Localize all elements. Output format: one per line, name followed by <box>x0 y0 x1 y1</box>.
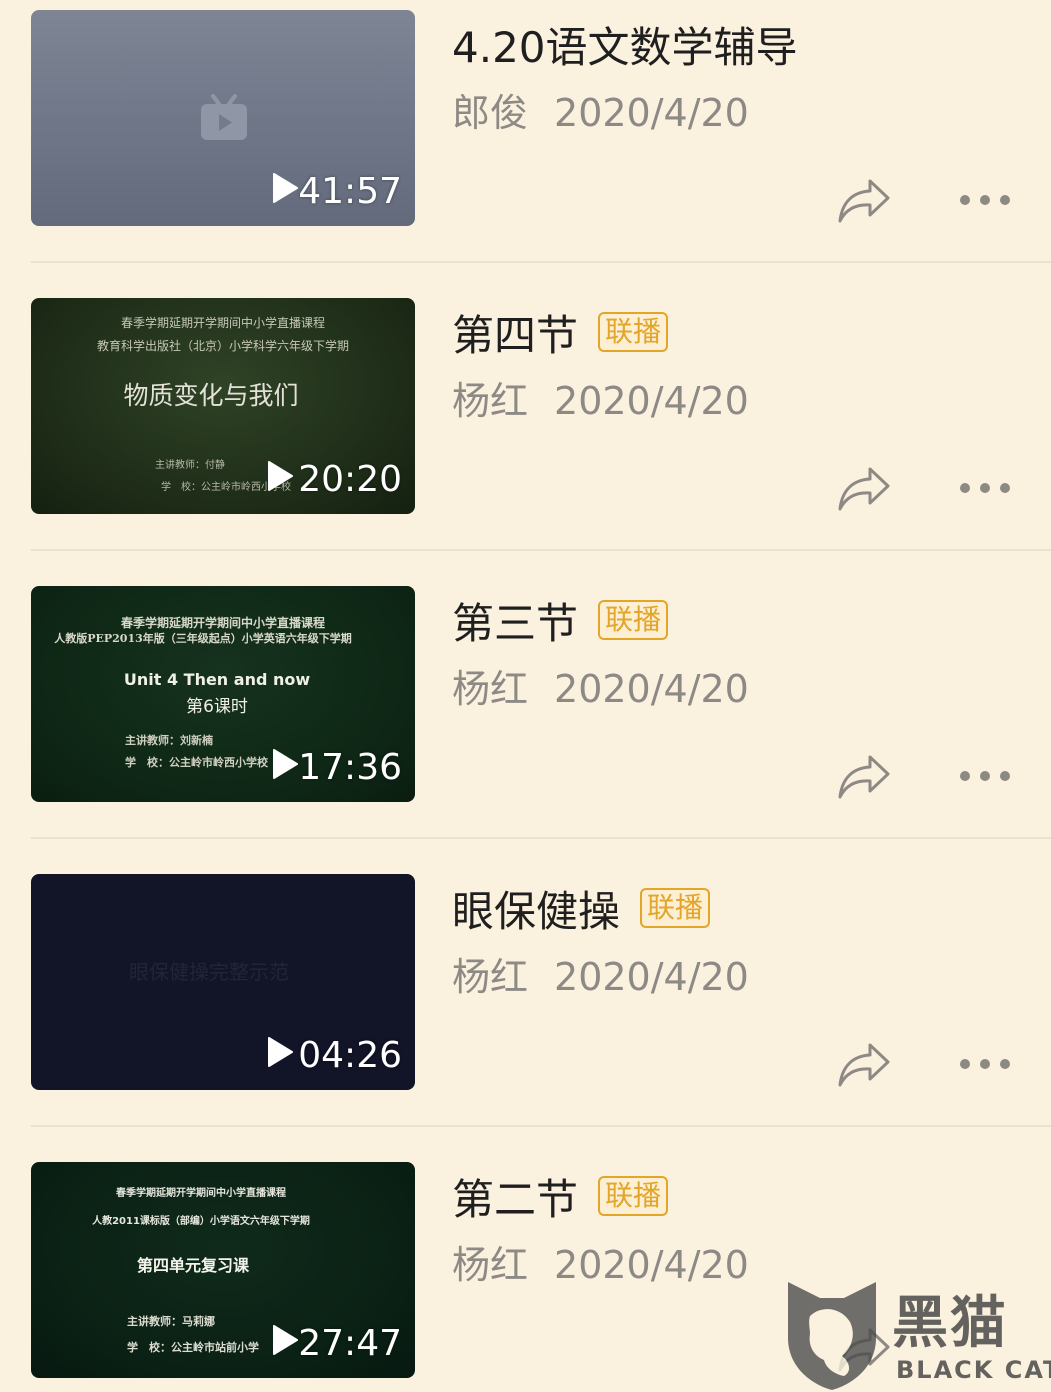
video-meta: 杨红 2020/4/20 <box>452 946 749 1001</box>
thumbnail-text: 眼保健操完整示范 <box>129 960 289 984</box>
video-duration: 20:20 <box>298 459 402 500</box>
divider <box>31 1125 1051 1127</box>
watermark-cn: 黑猫 <box>892 1291 1008 1356</box>
video-title[interactable]: 眼保健操 <box>452 878 620 939</box>
video-author: 杨红 <box>452 667 529 711</box>
live-badge: 联播 <box>598 1176 669 1216</box>
play-icon <box>268 461 293 491</box>
thumbnail-text: 教育科学出版社（北京）小学科学六年级下学期 <box>96 339 349 353</box>
thumbnail-text: 春季学期延期开学期间中小学直播课程 <box>120 616 325 630</box>
more-icon[interactable] <box>955 764 1015 788</box>
video-thumbnail[interactable]: 春季学期延期开学期间中小学直播课程 人教2011课标版（部编）小学语文六年级下学… <box>31 1162 415 1378</box>
video-item[interactable]: 41:57 4.20语文数学辅导 郎俊 2020/4/20 <box>0 0 1051 288</box>
video-thumbnail[interactable]: 41:57 <box>31 10 415 226</box>
thumbnail-text: 人教2011课标版（部编）小学语文六年级下学期 <box>92 1216 310 1227</box>
video-meta: 杨红 2020/4/20 <box>452 658 749 713</box>
title-row: 第三节 联播 <box>452 590 669 651</box>
more-icon[interactable] <box>955 1052 1015 1076</box>
video-title[interactable]: 第三节 <box>452 590 578 651</box>
share-icon[interactable] <box>836 175 892 225</box>
thumbnail-text: 人教版PEP2013年版（三年级起点）小学英语六年级下学期 <box>54 632 352 645</box>
live-badge: 联播 <box>598 312 669 352</box>
video-title[interactable]: 4.20语文数学辅导 <box>452 14 798 75</box>
live-badge: 联播 <box>598 600 669 640</box>
cat-logo-icon <box>788 1282 876 1390</box>
video-meta: 杨红 2020/4/20 <box>452 1234 749 1289</box>
video-duration: 41:57 <box>298 171 402 212</box>
thumbnail-text: 主讲教师：马莉娜 <box>127 1315 215 1328</box>
thumbnail-text: 主讲教师：刘新楠 <box>125 734 213 747</box>
video-title[interactable]: 第二节 <box>452 1166 578 1227</box>
video-meta: 郎俊 2020/4/20 <box>452 82 749 137</box>
thumbnail-text: 物质变化与我们 <box>123 381 299 410</box>
divider <box>31 549 1051 551</box>
video-duration: 04:26 <box>298 1035 402 1076</box>
video-author: 杨红 <box>452 379 529 423</box>
thumbnail-text: 学 校：公主岭市岭西小学校 <box>125 756 268 769</box>
share-icon[interactable] <box>836 1039 892 1089</box>
video-date: 2020/4/20 <box>554 1243 749 1287</box>
title-row: 第四节 联播 <box>452 302 669 363</box>
share-icon[interactable] <box>836 751 892 801</box>
title-row: 眼保健操 联播 <box>452 878 711 939</box>
play-icon <box>273 1325 298 1355</box>
video-thumbnail[interactable]: 春季学期延期开学期间中小学直播课程 教育科学出版社（北京）小学科学六年级下学期 … <box>31 298 415 514</box>
play-icon <box>268 1037 293 1067</box>
video-date: 2020/4/20 <box>554 91 749 135</box>
video-author: 郎俊 <box>452 91 529 135</box>
thumbnail-text: 春季学期延期开学期间中小学直播课程 <box>116 1188 286 1199</box>
video-date: 2020/4/20 <box>554 667 749 711</box>
video-date: 2020/4/20 <box>554 379 749 423</box>
live-badge: 联播 <box>640 888 711 928</box>
thumbnail-text: 学 校：公主岭市站前小学 <box>127 1341 259 1354</box>
divider <box>31 261 1051 263</box>
thumbnail-text: 第四单元复习课 <box>136 1256 249 1275</box>
title-row: 第二节 联播 <box>452 1166 669 1227</box>
black-cat-watermark: 黑猫 BLACK CAT <box>780 1276 1051 1392</box>
video-author: 杨红 <box>452 1243 529 1287</box>
thumbnail-text: 主讲教师：付静 <box>155 460 225 471</box>
watermark-en: BLACK CAT <box>896 1356 1051 1384</box>
more-icon[interactable] <box>955 188 1015 212</box>
share-icon[interactable] <box>836 463 892 513</box>
divider <box>31 837 1051 839</box>
video-thumbnail[interactable]: 春季学期延期开学期间中小学直播课程 人教版PEP2013年版（三年级起点）小学英… <box>31 586 415 802</box>
thumbnail-text: Unit 4 Then and now <box>123 670 311 689</box>
video-item[interactable]: 眼保健操完整示范 04:26 眼保健操 联播 杨红 2020/4/20 <box>0 864 1051 1152</box>
title-row: 4.20语文数学辅导 <box>452 16 798 72</box>
video-duration: 17:36 <box>298 747 402 788</box>
video-item[interactable]: 春季学期延期开学期间中小学直播课程 人教版PEP2013年版（三年级起点）小学英… <box>0 576 1051 864</box>
tv-icon <box>201 94 247 140</box>
video-duration: 27:47 <box>298 1323 402 1364</box>
video-title[interactable]: 第四节 <box>452 302 578 363</box>
thumbnail-text: 第6课时 <box>186 697 248 717</box>
play-icon <box>273 749 298 779</box>
video-thumbnail[interactable]: 眼保健操完整示范 04:26 <box>31 874 415 1090</box>
video-date: 2020/4/20 <box>554 955 749 999</box>
more-icon[interactable] <box>955 476 1015 500</box>
thumbnail-text: 春季学期延期开学期间中小学直播课程 <box>120 316 325 330</box>
video-author: 杨红 <box>452 955 529 999</box>
video-item[interactable]: 春季学期延期开学期间中小学直播课程 教育科学出版社（北京）小学科学六年级下学期 … <box>0 288 1051 576</box>
video-meta: 杨红 2020/4/20 <box>452 370 749 425</box>
play-icon <box>273 173 298 203</box>
